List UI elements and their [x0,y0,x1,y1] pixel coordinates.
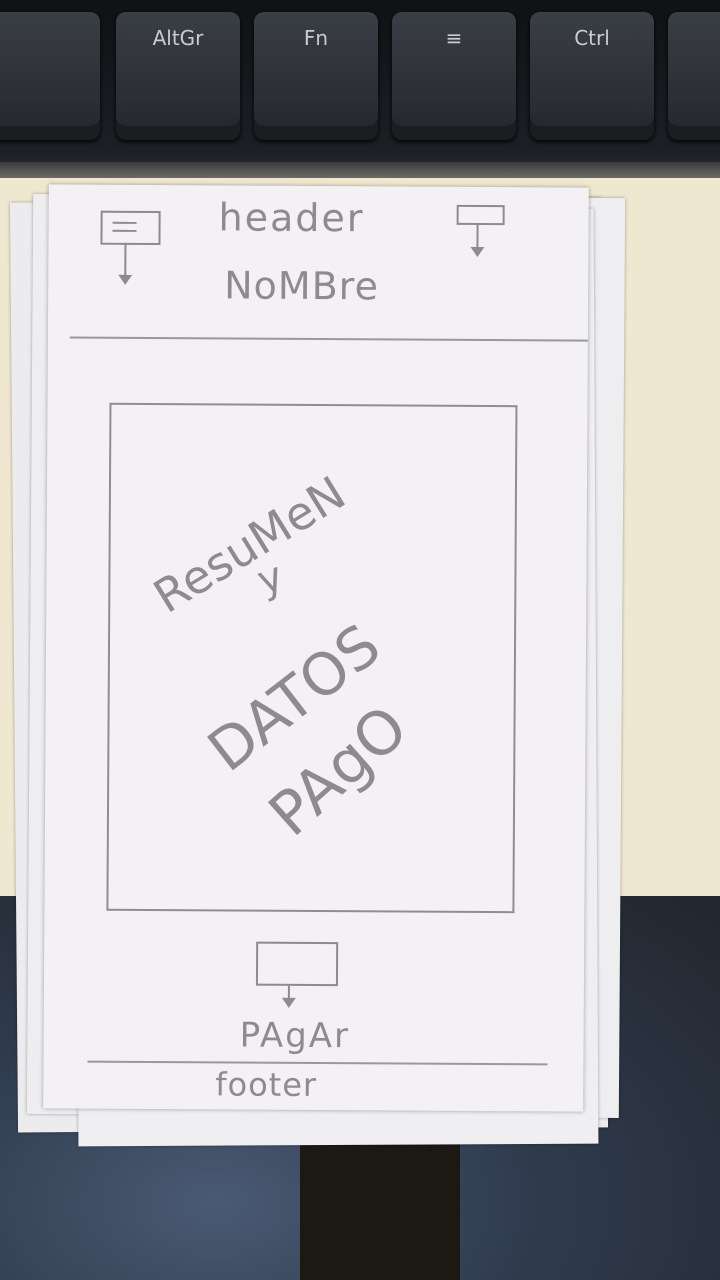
footer-divider [87,1060,548,1066]
header-title: header [218,195,365,241]
key-blank-right [668,12,720,140]
summary-payment-panel: ResuMeN y DATOS PAgO [106,402,518,914]
header-name: NoMBre [224,263,380,309]
wireframe-sheet: header NoMBre ResuMeN y DATOS PAgO PAgAr… [43,184,589,1112]
keyboard: AltGr Fn ≡ Ctrl [0,0,720,178]
pay-button-label: PAgAr [239,1015,351,1057]
key-fn: Fn [254,12,378,140]
keyboard-rim [0,162,720,178]
key-fn-label: Fn [303,26,329,50]
key-menu-label: ≡ [445,26,463,50]
pay-button[interactable] [255,941,339,987]
key-altgr: AltGr [116,12,240,140]
menu-icon[interactable] [100,210,161,246]
cart-icon[interactable] [456,204,505,226]
summary-payment-text: ResuMeN y DATOS PAgO [108,405,515,911]
header-divider [69,336,589,342]
key-ctrl-label: Ctrl [574,26,610,50]
arrow-down-icon [287,985,290,1004]
and-label: y [251,553,290,605]
key-menu: ≡ [392,12,516,140]
footer-label: footer [215,1065,318,1105]
arrow-down-icon [124,242,127,281]
arrow-down-icon [476,222,479,253]
key-altgr-label: AltGr [152,26,204,50]
key-blank [0,12,100,140]
key-ctrl: Ctrl [530,12,654,140]
summary-label: ResuMeN [144,465,355,624]
